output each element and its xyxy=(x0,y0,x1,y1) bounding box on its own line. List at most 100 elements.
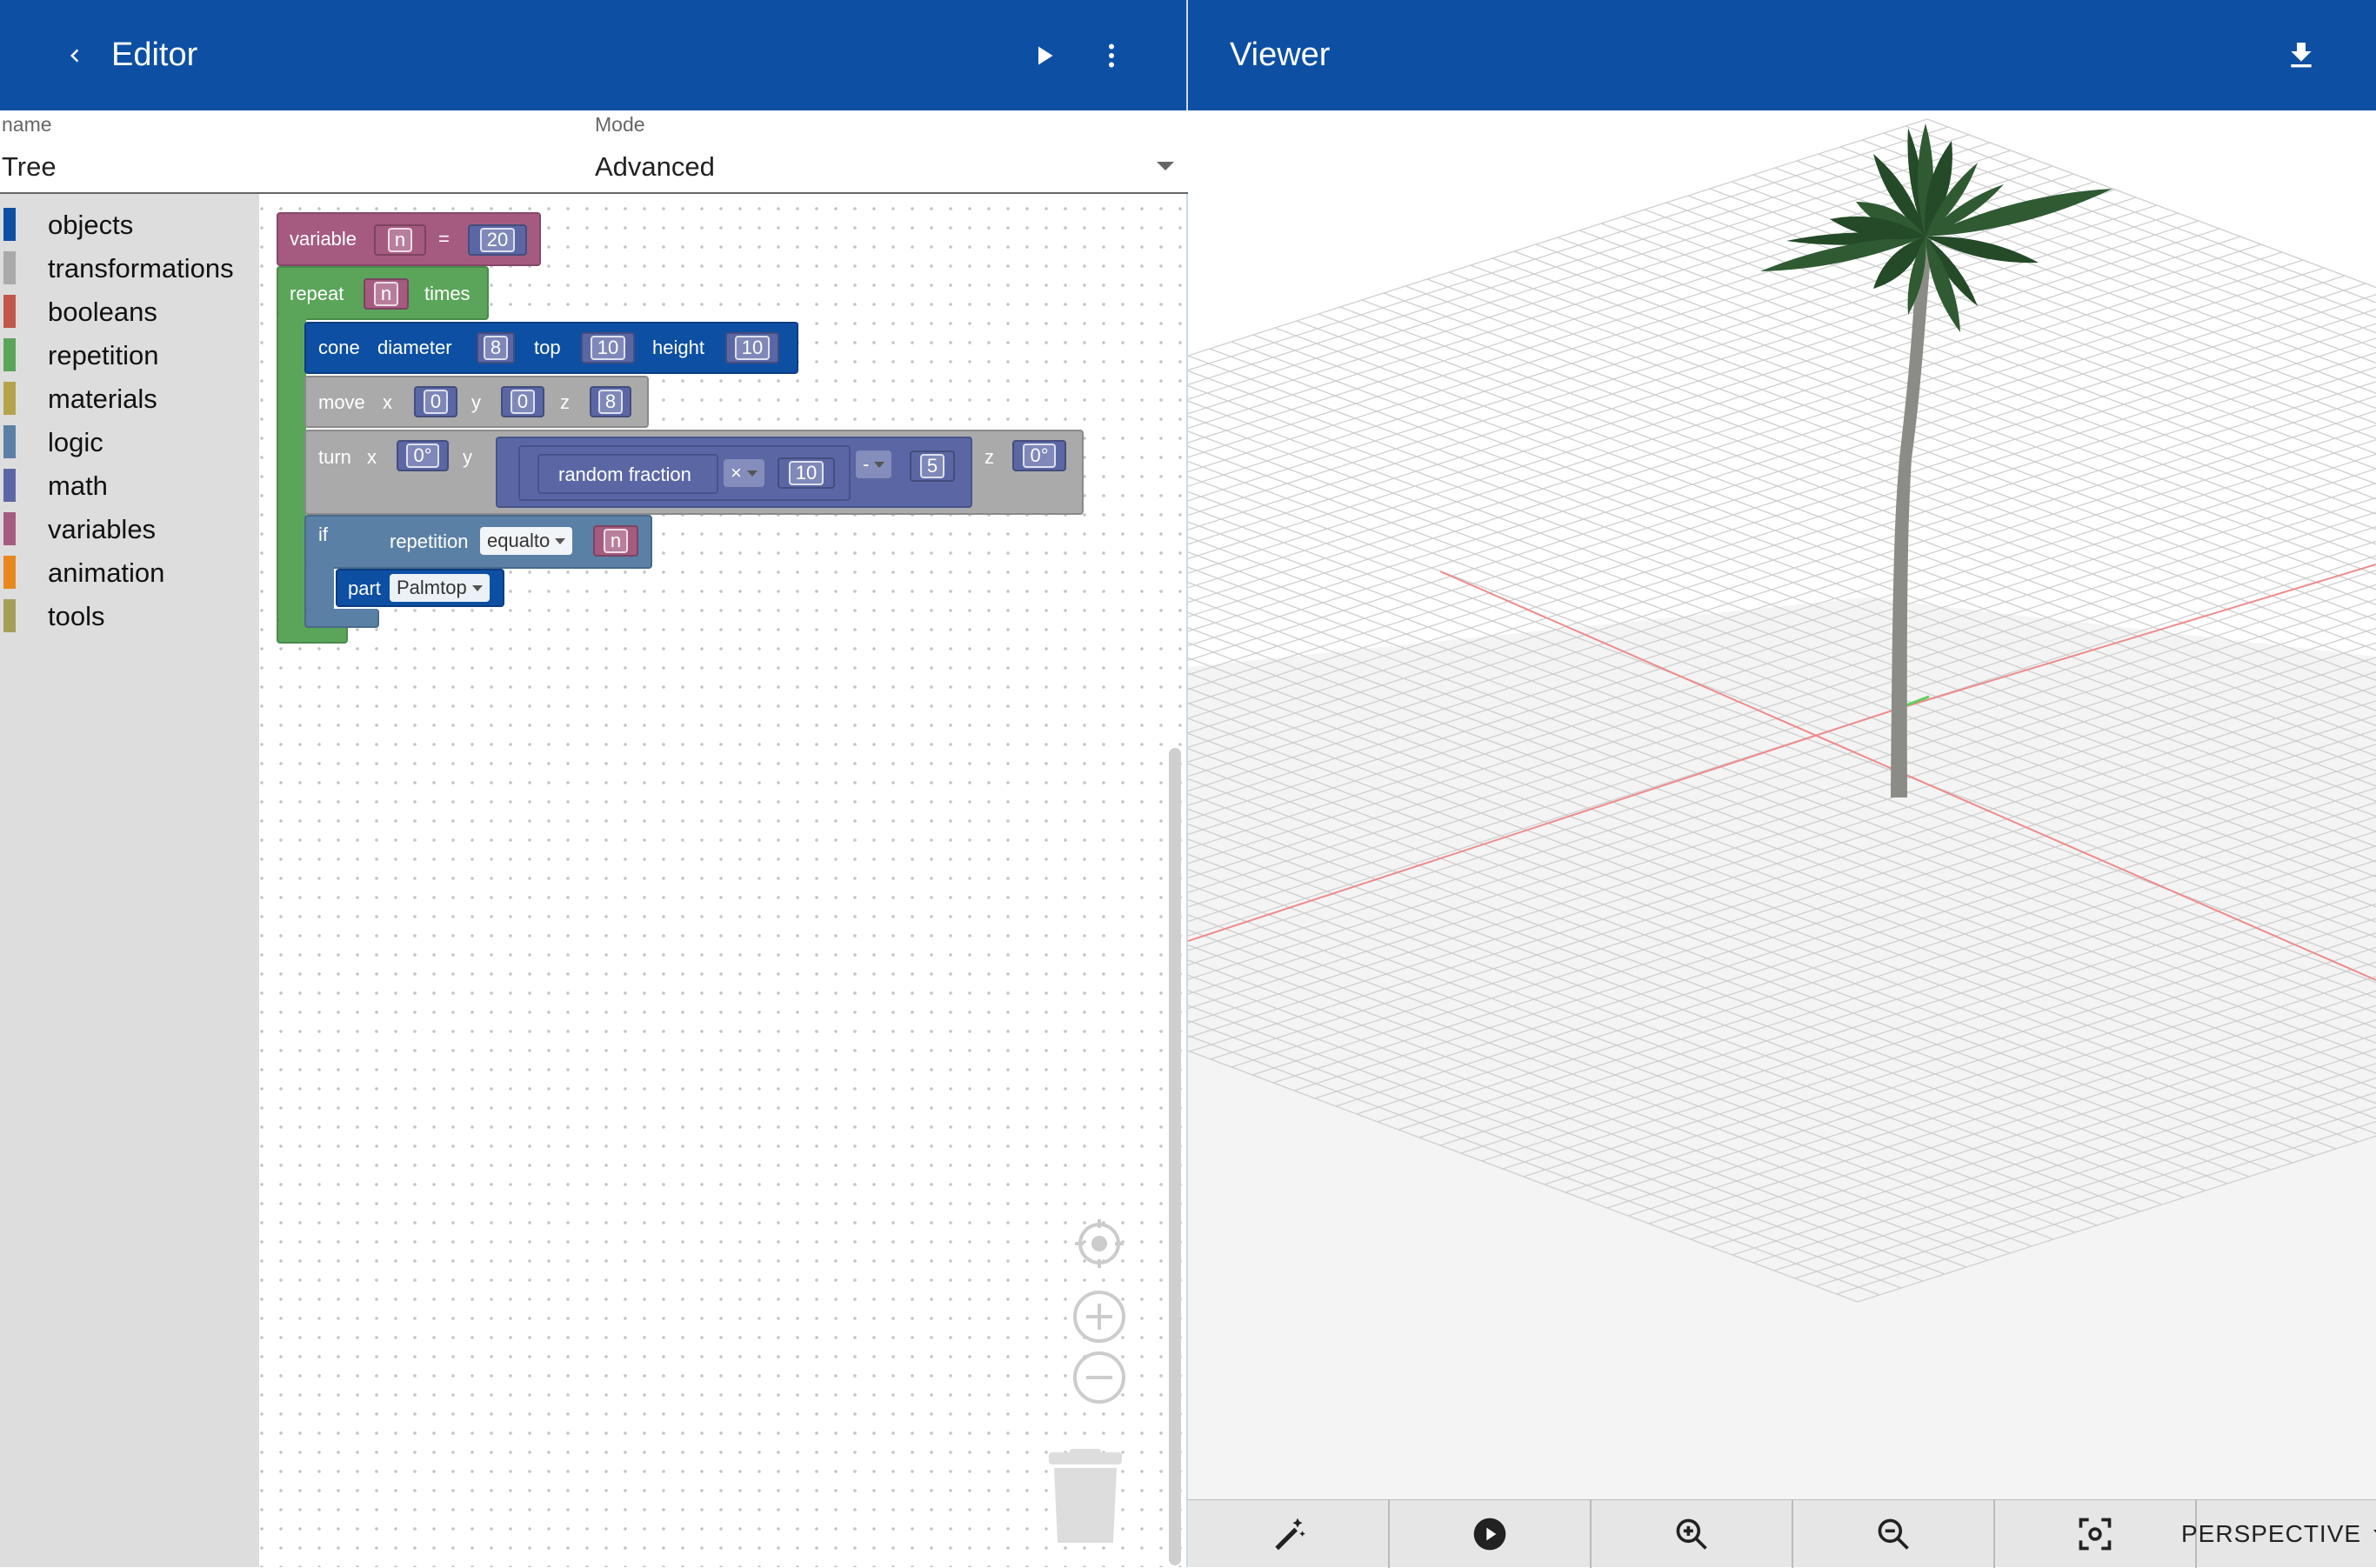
turn-x-input[interactable]: 0° xyxy=(397,440,449,471)
toolbox-category-math[interactable]: math xyxy=(0,462,259,502)
app-bar xyxy=(0,0,2376,110)
zoom-in-icon xyxy=(1676,1518,1707,1550)
block-label: x xyxy=(367,446,377,468)
block-label: cone xyxy=(318,337,360,358)
toolbox-category-transformations[interactable]: transformations xyxy=(0,244,259,284)
block-label: repetition xyxy=(390,530,469,552)
repeat-block-arm xyxy=(277,313,306,635)
category-label: materials xyxy=(48,384,157,414)
category-label: objects xyxy=(48,210,134,240)
variable-name-field[interactable]: n xyxy=(374,224,426,256)
chevron-left-icon xyxy=(70,49,79,63)
block-label: move xyxy=(318,391,365,413)
fit-to-screen-button[interactable] xyxy=(1995,1500,2197,1568)
block-label: if xyxy=(318,524,328,545)
download-icon xyxy=(2291,43,2312,68)
toolbox-category-variables[interactable]: variables xyxy=(0,505,259,545)
toolbox: objects transformations booleans repetit… xyxy=(0,194,259,1567)
block-label: = xyxy=(438,228,450,250)
viewer-zoom-in-button[interactable] xyxy=(1592,1500,1793,1568)
subtract-value-input[interactable]: 5 xyxy=(910,450,955,482)
editor-title: Editor xyxy=(111,37,198,73)
compare-var-input[interactable]: n xyxy=(593,525,638,557)
compare-dropdown[interactable]: equalto xyxy=(480,527,573,555)
block-label: diameter xyxy=(377,337,452,358)
toolbox-category-animation[interactable]: animation xyxy=(0,549,259,589)
download-button[interactable] xyxy=(2277,31,2326,80)
category-label: repetition xyxy=(48,340,159,370)
block-label: height xyxy=(652,337,704,358)
name-field[interactable]: Tree xyxy=(2,151,558,183)
camera-mode-label: PERSPECTIVE xyxy=(2181,1520,2362,1547)
category-label: animation xyxy=(48,557,165,588)
run-button[interactable] xyxy=(1021,33,1066,78)
cone-height-input[interactable]: 10 xyxy=(725,332,779,364)
3d-viewport[interactable] xyxy=(1188,110,2376,1499)
zoom-out-button[interactable] xyxy=(1071,1350,1127,1405)
turn-z-input[interactable]: 0° xyxy=(1012,440,1066,471)
toolbox-category-booleans[interactable]: booleans xyxy=(0,288,259,328)
move-x-input[interactable]: 0 xyxy=(414,386,457,417)
toolbox-category-logic[interactable]: logic xyxy=(0,418,259,458)
camera-mode-select[interactable]: PERSPECTIVE xyxy=(2181,1500,2376,1568)
trash-button[interactable] xyxy=(1049,1449,1122,1546)
block-label: x xyxy=(383,391,392,413)
block-label: y xyxy=(463,446,472,468)
viewer-toolbar: PERSPECTIVE xyxy=(1188,1499,2376,1568)
variable-value-input[interactable]: 20 xyxy=(468,224,527,256)
mode-field-label: Mode xyxy=(595,113,645,136)
category-label: logic xyxy=(48,427,103,457)
operator-dropdown[interactable]: - xyxy=(856,450,892,478)
category-label: variables xyxy=(48,514,157,544)
move-z-input[interactable]: 8 xyxy=(590,386,631,417)
block-label: times xyxy=(424,283,471,304)
recenter-icon xyxy=(1075,1219,1124,1268)
toolbox-category-repetition[interactable]: repetition xyxy=(0,331,259,371)
zoom-out-icon xyxy=(1073,1351,1125,1404)
block-label: top xyxy=(534,337,561,358)
viewer-title: Viewer xyxy=(1230,37,1331,73)
part-dropdown[interactable]: Palmtop xyxy=(390,574,490,602)
name-field-label: name xyxy=(2,113,52,136)
block-label: z xyxy=(984,446,994,468)
cone-top-input[interactable]: 10 xyxy=(581,332,635,364)
operator-dropdown[interactable]: × xyxy=(724,459,764,487)
toolbox-category-materials[interactable]: materials xyxy=(0,375,259,415)
cone-diameter-input[interactable]: 8 xyxy=(477,332,515,364)
block-label: turn xyxy=(318,446,351,468)
category-label: math xyxy=(48,470,108,501)
3d-scene xyxy=(1188,118,2376,1499)
repeat-count-input[interactable]: n xyxy=(364,278,409,310)
block-label: random fraction xyxy=(558,464,691,485)
animate-button[interactable] xyxy=(1390,1500,1592,1568)
if-block-foot xyxy=(304,609,379,628)
magic-wand-button[interactable] xyxy=(1188,1500,1390,1568)
magic-wand-icon xyxy=(1275,1518,1305,1551)
play-circle-icon xyxy=(1473,1518,1506,1551)
zoom-in-icon xyxy=(1073,1291,1125,1343)
recenter-button[interactable] xyxy=(1071,1216,1127,1271)
zoom-in-button[interactable] xyxy=(1071,1289,1127,1344)
zoom-out-icon xyxy=(1878,1518,1909,1550)
multiply-value-input[interactable]: 10 xyxy=(778,457,835,489)
toolbox-category-tools[interactable]: tools xyxy=(0,592,259,632)
move-y-input[interactable]: 0 xyxy=(501,386,544,417)
mode-select[interactable]: Advanced xyxy=(595,151,1134,183)
block-label: repeat xyxy=(290,283,344,304)
workspace-scrollbar[interactable] xyxy=(1169,748,1181,1565)
play-icon xyxy=(1038,46,1053,65)
category-label: transformations xyxy=(48,253,234,284)
viewer-zoom-out-button[interactable] xyxy=(1793,1500,1995,1568)
chevron-down-icon[interactable] xyxy=(1157,162,1174,170)
category-label: tools xyxy=(48,601,105,631)
block-label: part xyxy=(348,577,381,599)
fit-screen-icon xyxy=(2079,1518,2112,1551)
trash-icon xyxy=(1049,1449,1122,1543)
block-label: variable xyxy=(290,228,357,250)
more-vert-icon xyxy=(1109,43,1114,68)
block-label: y xyxy=(471,391,481,413)
category-label: booleans xyxy=(48,297,157,327)
back-button[interactable] xyxy=(52,33,97,78)
toolbox-category-objects[interactable]: objects xyxy=(0,201,259,241)
more-menu-button[interactable] xyxy=(1089,33,1134,78)
